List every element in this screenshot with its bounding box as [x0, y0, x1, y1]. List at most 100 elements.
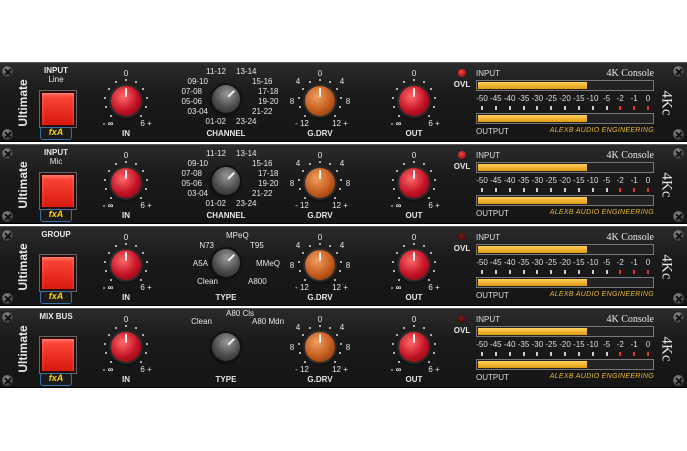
out-knob-plus-label: 6 + — [428, 119, 440, 128]
meter-scale-tick — [564, 270, 566, 274]
selector-option[interactable]: 23-24 — [236, 117, 256, 126]
overload-led — [458, 69, 466, 77]
scale-tick — [403, 163, 406, 166]
scale-tick — [134, 163, 137, 166]
knob-indicator — [319, 170, 321, 179]
scale-tick — [328, 245, 331, 248]
type-selector-knob[interactable] — [206, 161, 246, 201]
mode-toggle-button[interactable] — [40, 173, 76, 209]
type-selector-knob[interactable] — [206, 327, 246, 367]
in-gain-knob[interactable] — [111, 86, 141, 116]
selector-option[interactable]: 03-04 — [188, 189, 208, 198]
mode-button-label: GROUP — [41, 230, 71, 239]
in-gain-knob[interactable] — [111, 250, 141, 280]
selector-option[interactable]: 07-08 — [182, 87, 202, 96]
selector-option[interactable]: 05-06 — [182, 179, 202, 188]
scale-tick — [328, 327, 331, 330]
knob-indicator — [125, 88, 127, 97]
mode-toggle-button[interactable] — [40, 337, 76, 373]
gdrv-knob[interactable] — [305, 86, 335, 116]
scale-tick — [393, 270, 396, 273]
mode-button-label: MIX BUS — [39, 312, 73, 321]
model-title: 4K Console — [606, 314, 655, 325]
out-gain-knob[interactable] — [399, 250, 429, 280]
scale-tick — [304, 360, 307, 363]
selector-option[interactable]: 07-08 — [182, 169, 202, 178]
gdrv-knob[interactable] — [305, 250, 335, 280]
selector-option[interactable]: MPeQ — [226, 231, 249, 240]
meter-scale-label: -10 — [586, 340, 599, 349]
input-meter-bar — [476, 80, 654, 91]
selector-option[interactable]: 13-14 — [236, 149, 256, 158]
channel-strip: Ultimate GROUP fxA 0- ∞ 6 + IN MPeQ N73 T95 A5A MM… — [0, 226, 687, 306]
meter-scale-tick — [494, 270, 497, 274]
selector-option[interactable]: A80 Cls — [226, 309, 254, 318]
selector-option[interactable]: 17-18 — [258, 169, 278, 178]
selector-option[interactable]: 09-10 — [188, 77, 208, 86]
selector-option[interactable]: 23-24 — [236, 199, 256, 208]
scale-tick — [110, 360, 113, 363]
gdrv-knob-label: G.DRV — [307, 129, 333, 138]
selector-option[interactable]: A5A — [193, 259, 208, 268]
gdrv-max-label: 12 + — [332, 119, 348, 128]
selector-option[interactable]: 11-12 — [206, 67, 226, 76]
scale-tick — [333, 114, 336, 117]
selector-option[interactable]: 21-22 — [252, 189, 272, 198]
scale-tick — [319, 79, 321, 81]
in-gain-knob[interactable] — [111, 332, 141, 362]
meter-scale-tick — [481, 270, 483, 274]
scale-tick — [338, 352, 341, 355]
out-gain-knob[interactable] — [399, 332, 429, 362]
scale-tick — [335, 87, 338, 90]
selector-option[interactable]: 11-12 — [206, 149, 226, 158]
selector-option[interactable]: 09-10 — [188, 159, 208, 168]
meter-scale-label: -10 — [586, 176, 599, 185]
scale-tick — [335, 251, 338, 254]
mode-toggle-button[interactable] — [40, 255, 76, 291]
gdrv-knob[interactable] — [305, 168, 335, 198]
selector-option[interactable]: 01-02 — [206, 117, 226, 126]
selector-option[interactable]: 01-02 — [206, 199, 226, 208]
meter-scale-tick — [647, 270, 649, 274]
side-model-text: 4Kc — [658, 336, 675, 362]
scale-tick — [413, 79, 415, 81]
meter-scale-label: -35 — [517, 258, 530, 267]
selector-option[interactable]: N73 — [199, 241, 214, 250]
gdrv-knob[interactable] — [305, 332, 335, 362]
in-knob-plus-label: 6 + — [140, 283, 152, 292]
rack-screw-icon — [2, 230, 13, 241]
meter-scale-label: -2 — [616, 176, 624, 185]
selector-option[interactable]: T95 — [250, 241, 264, 250]
in-gain-knob[interactable] — [111, 168, 141, 198]
scale-tick — [335, 169, 338, 172]
meter-header: INPUT 4K Console — [476, 314, 655, 325]
meter-scale-label: 0 — [645, 94, 651, 103]
scale-tick — [125, 79, 127, 81]
mode-toggle-button[interactable] — [40, 91, 76, 127]
selector-option[interactable]: 05-06 — [182, 97, 202, 106]
selector-option[interactable]: 13-14 — [236, 67, 256, 76]
out-gain-knob[interactable] — [399, 168, 429, 198]
scale-tick — [396, 169, 398, 172]
knob-indicator — [125, 334, 127, 343]
scale-tick — [141, 87, 144, 90]
scale-tick — [432, 270, 435, 273]
meter-scale-label: -1 — [630, 258, 638, 267]
output-meter-fill — [478, 197, 588, 204]
selector-option[interactable]: A800 — [248, 277, 267, 286]
selector-option[interactable]: 21-22 — [252, 107, 272, 116]
selector-option[interactable]: 17-18 — [258, 87, 278, 96]
meter-scale-label: -40 — [503, 258, 516, 267]
selector-option[interactable]: 03-04 — [188, 107, 208, 116]
type-selector-knob[interactable] — [206, 79, 246, 119]
knob-indicator — [125, 170, 127, 179]
selector-option[interactable]: Clean — [197, 277, 218, 286]
gdrv-max-label: 12 + — [332, 201, 348, 210]
model-title: 4K Console — [606, 68, 655, 79]
out-gain-knob[interactable] — [399, 86, 429, 116]
selector-option[interactable]: Clean — [191, 317, 212, 326]
meter-scale-label: -1 — [630, 94, 638, 103]
meter-scale-tick — [481, 106, 483, 110]
out-knob-max-label: 0 — [411, 315, 417, 324]
knob-indicator — [319, 252, 321, 261]
